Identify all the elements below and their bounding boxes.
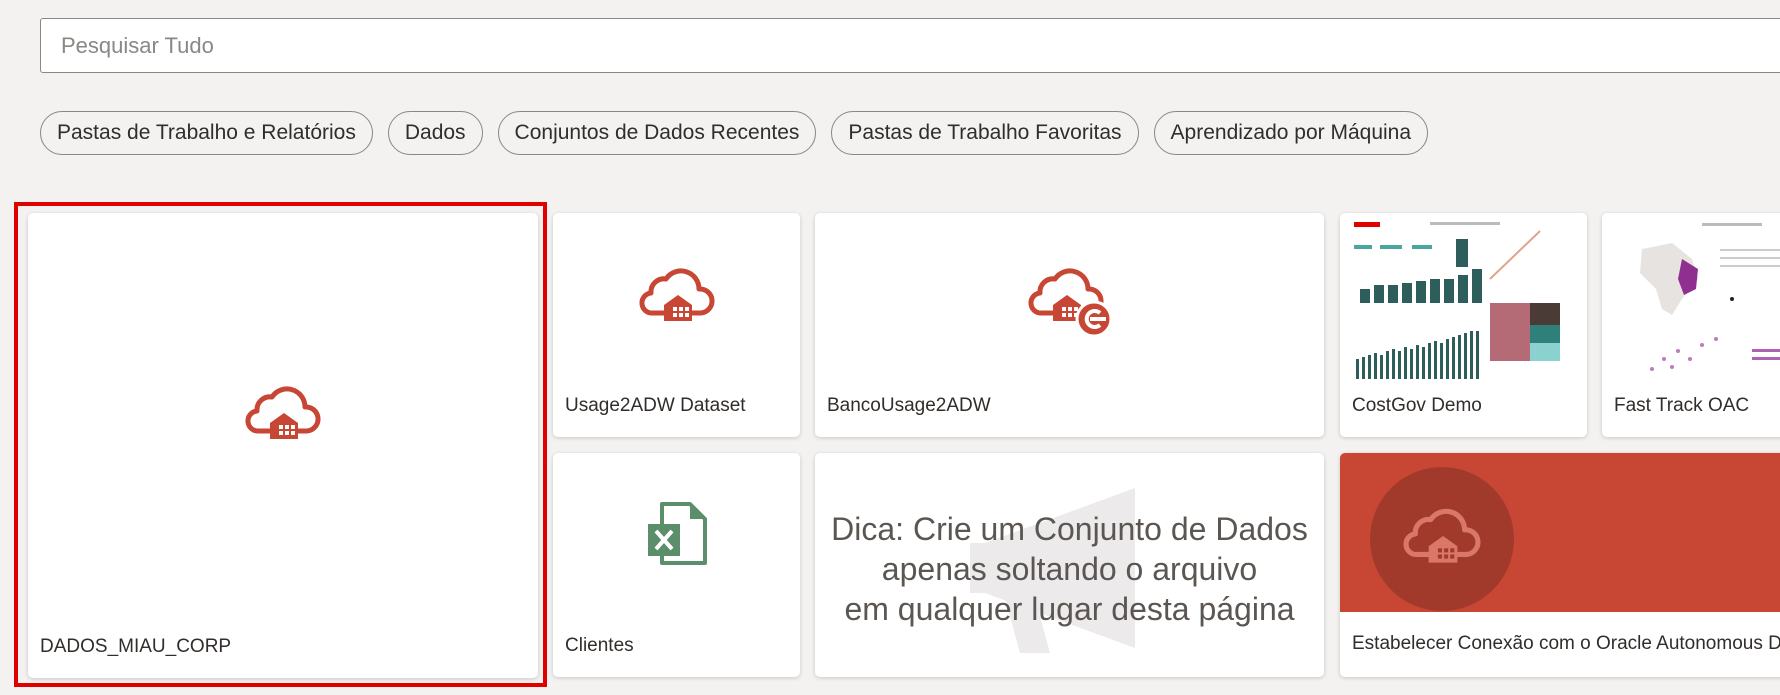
filter-chip-data[interactable]: Dados (387, 111, 483, 155)
card-label: Estabelecer Conexão com o Oracle Autonom… (1352, 633, 1780, 654)
cloud-warehouse-icon (1403, 508, 1481, 563)
cloud-warehouse-icon (639, 268, 714, 321)
filter-chip-machine-learning[interactable]: Aprendizado por Máquina (1153, 111, 1429, 155)
card-label: Fast Track OAC (1614, 395, 1750, 416)
search-box[interactable] (40, 18, 1780, 73)
card-label: CostGov Demo (1352, 395, 1482, 416)
filter-chips: Pastas de Trabalho e Relatórios Dados Co… (40, 111, 1429, 155)
card-label: Clientes (565, 635, 634, 656)
dataset-card-usage2adw[interactable]: Usage2ADW Dataset (553, 213, 800, 437)
filter-chip-recent-datasets[interactable]: Conjuntos de Dados Recentes (497, 111, 817, 155)
workbook-card-costgov-demo[interactable]: CostGov Demo (1340, 213, 1587, 437)
workbook-card-fast-track-oac[interactable]: Fast Track OAC (1602, 213, 1780, 437)
card-label: DADOS_MIAU_CORP (40, 636, 232, 657)
connect-oracle-autonomous-card[interactable]: Estabelecer Conexão com o Oracle Autonom… (1340, 453, 1780, 677)
excel-file-icon (647, 502, 707, 565)
card-label: BancoUsage2ADW (827, 395, 991, 416)
tip-line: em qualquer lugar desta página (844, 591, 1295, 627)
dataset-card-clientes[interactable]: Clientes (553, 453, 800, 677)
tip-card: Dica: Crie um Conjunto de Dados apenas s… (815, 453, 1324, 677)
connection-card-bancousage2adw[interactable]: BancoUsage2ADW (815, 213, 1324, 437)
tip-text: Dica: Crie um Conjunto de Dados apenas s… (815, 509, 1324, 629)
cloud-warehouse-icon (245, 386, 321, 439)
filter-chip-workbooks[interactable]: Pastas de Trabalho e Relatórios (40, 111, 373, 155)
tip-line: Dica: Crie um Conjunto de Dados (831, 511, 1308, 547)
tip-line: apenas soltando o arquivo (881, 551, 1258, 587)
card-label: Usage2ADW Dataset (565, 395, 746, 416)
dataset-card-dados-miau-corp[interactable]: DADOS_MIAU_CORP (28, 213, 538, 678)
dashboard-thumbnail (1350, 219, 1577, 385)
search-input[interactable] (41, 19, 1780, 72)
cloud-warehouse-connection-icon (1028, 268, 1112, 338)
dashboard-thumbnail (1612, 219, 1780, 385)
filter-chip-favorite-workbooks[interactable]: Pastas de Trabalho Favoritas (831, 111, 1139, 155)
